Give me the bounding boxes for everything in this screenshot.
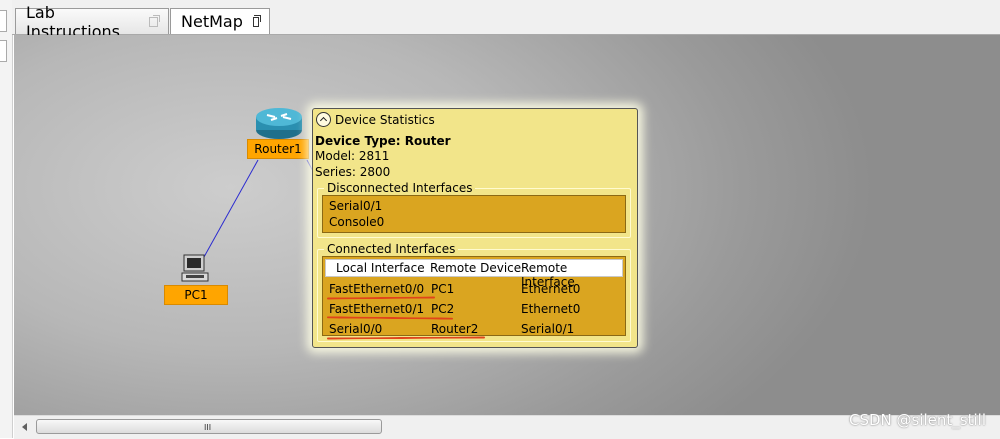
collapse-icon[interactable] [316,112,331,127]
annotation-underline [326,316,454,320]
disconnected-interfaces-group: Disconnected Interfaces Serial0/1 Consol… [317,181,631,238]
table-cell: Router2 [431,322,479,336]
pc-label[interactable]: PC1 [164,285,228,305]
link-router1-pc1 [203,159,259,258]
network-canvas[interactable]: Router1 PC1 Device Statistics Device Typ… [14,35,1000,415]
left-panel-control[interactable] [0,10,7,32]
tab-lab-instructions[interactable]: Lab Instructions [15,3,169,41]
scrollbar-grip: III [204,423,212,432]
left-panel-control[interactable] [0,40,7,62]
popout-icon[interactable] [148,14,161,27]
table-header: Local Interface Remote Device Remote Int… [325,259,623,289]
scrollbar-thumb[interactable]: III [36,419,382,434]
column-header[interactable]: Local Interface [336,261,425,275]
table-cell: FastEthernet0/1 [329,302,425,316]
group-title: Connected Interfaces [324,242,459,256]
table-cell: Serial0/1 [521,322,575,336]
watermark: CSDN @silent_still [849,411,986,429]
column-header[interactable]: Remote Device [430,261,521,275]
table-cell: Ethernet0 [521,282,581,296]
table-cell: FastEthernet0/0 [329,282,425,296]
router-label[interactable]: Router1 [247,139,309,159]
popout-icon[interactable] [252,14,262,27]
device-series: Series: 2800 [315,165,391,179]
table-cell: Ethernet0 [521,302,581,316]
connected-interfaces-group: Connected Interfaces Local Interface Rem… [317,242,631,342]
table-cell: Serial0/0 [329,322,383,336]
tab-bar: Lab Instructions NetMap [12,0,1000,41]
scroll-left-arrow-icon[interactable] [22,423,27,431]
device-model: Model: 2811 [315,149,390,163]
connected-interfaces-table: Local Interface Remote Device Remote Int… [322,256,626,340]
device-statistics-popup: Device Statistics Device Type: Router Mo… [312,108,638,348]
list-item: Serial0/1 [329,199,383,213]
device-type: Device Type: Router [315,134,451,148]
pc-icon[interactable] [178,253,212,287]
router-icon[interactable] [254,106,304,140]
popup-title: Device Statistics [335,112,435,127]
list-item: Console0 [329,215,385,229]
left-panel-edge [0,0,13,438]
annotation-underline [326,336,486,340]
tab-label: NetMap [181,12,243,31]
table-cell: PC2 [431,302,455,316]
group-title: Disconnected Interfaces [324,181,476,195]
annotation-underline [326,296,436,300]
table-cell: PC1 [431,282,455,296]
tab-netmap[interactable]: NetMap [170,8,270,34]
